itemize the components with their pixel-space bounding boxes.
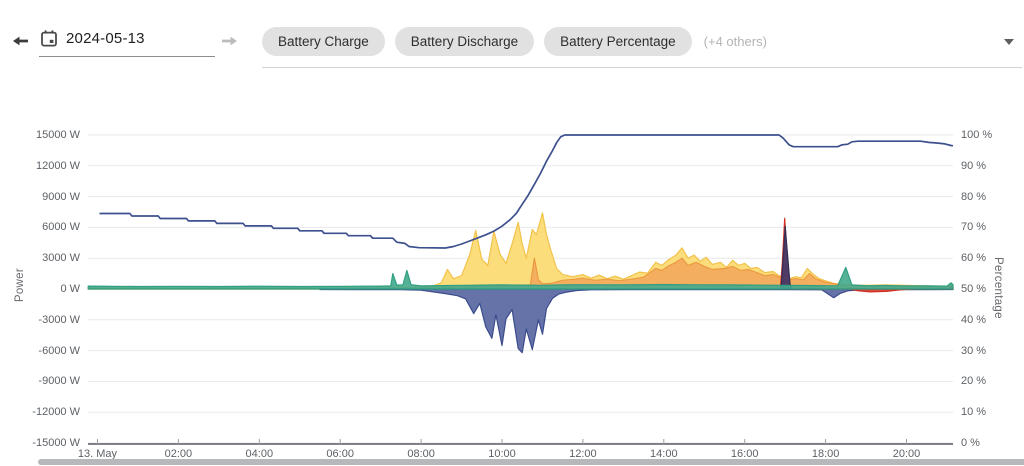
calendar-icon bbox=[41, 30, 57, 47]
series-battery-charge-area[interactable] bbox=[320, 289, 953, 353]
series-multiselect[interactable]: Battery Charge Battery Discharge Battery… bbox=[262, 27, 1022, 68]
date-value: 2024-05-13 bbox=[66, 30, 145, 47]
next-day-button[interactable] bbox=[221, 34, 238, 48]
series-battery-percentage-line[interactable] bbox=[100, 135, 954, 248]
arrow-left-icon bbox=[12, 34, 29, 48]
previous-day-button[interactable] bbox=[12, 34, 29, 48]
chevron-down-icon[interactable] bbox=[1004, 39, 1014, 45]
chip-battery-percentage[interactable]: Battery Percentage bbox=[544, 27, 692, 56]
chart-plot-area[interactable] bbox=[0, 0, 1024, 466]
series-yellow-area[interactable] bbox=[88, 213, 953, 289]
others-count-label: (+4 others) bbox=[704, 34, 767, 49]
battery-dashboard-page: { "header": { "date_value": "2024-05-13"… bbox=[0, 0, 1024, 466]
chip-battery-discharge[interactable]: Battery Discharge bbox=[395, 27, 534, 56]
date-input[interactable]: 2024-05-13 bbox=[39, 28, 215, 57]
arrow-right-icon bbox=[221, 34, 238, 48]
chip-battery-charge[interactable]: Battery Charge bbox=[262, 27, 385, 56]
horizontal-scrollbar[interactable] bbox=[38, 459, 1024, 465]
date-navigation: 2024-05-13 bbox=[12, 28, 238, 57]
